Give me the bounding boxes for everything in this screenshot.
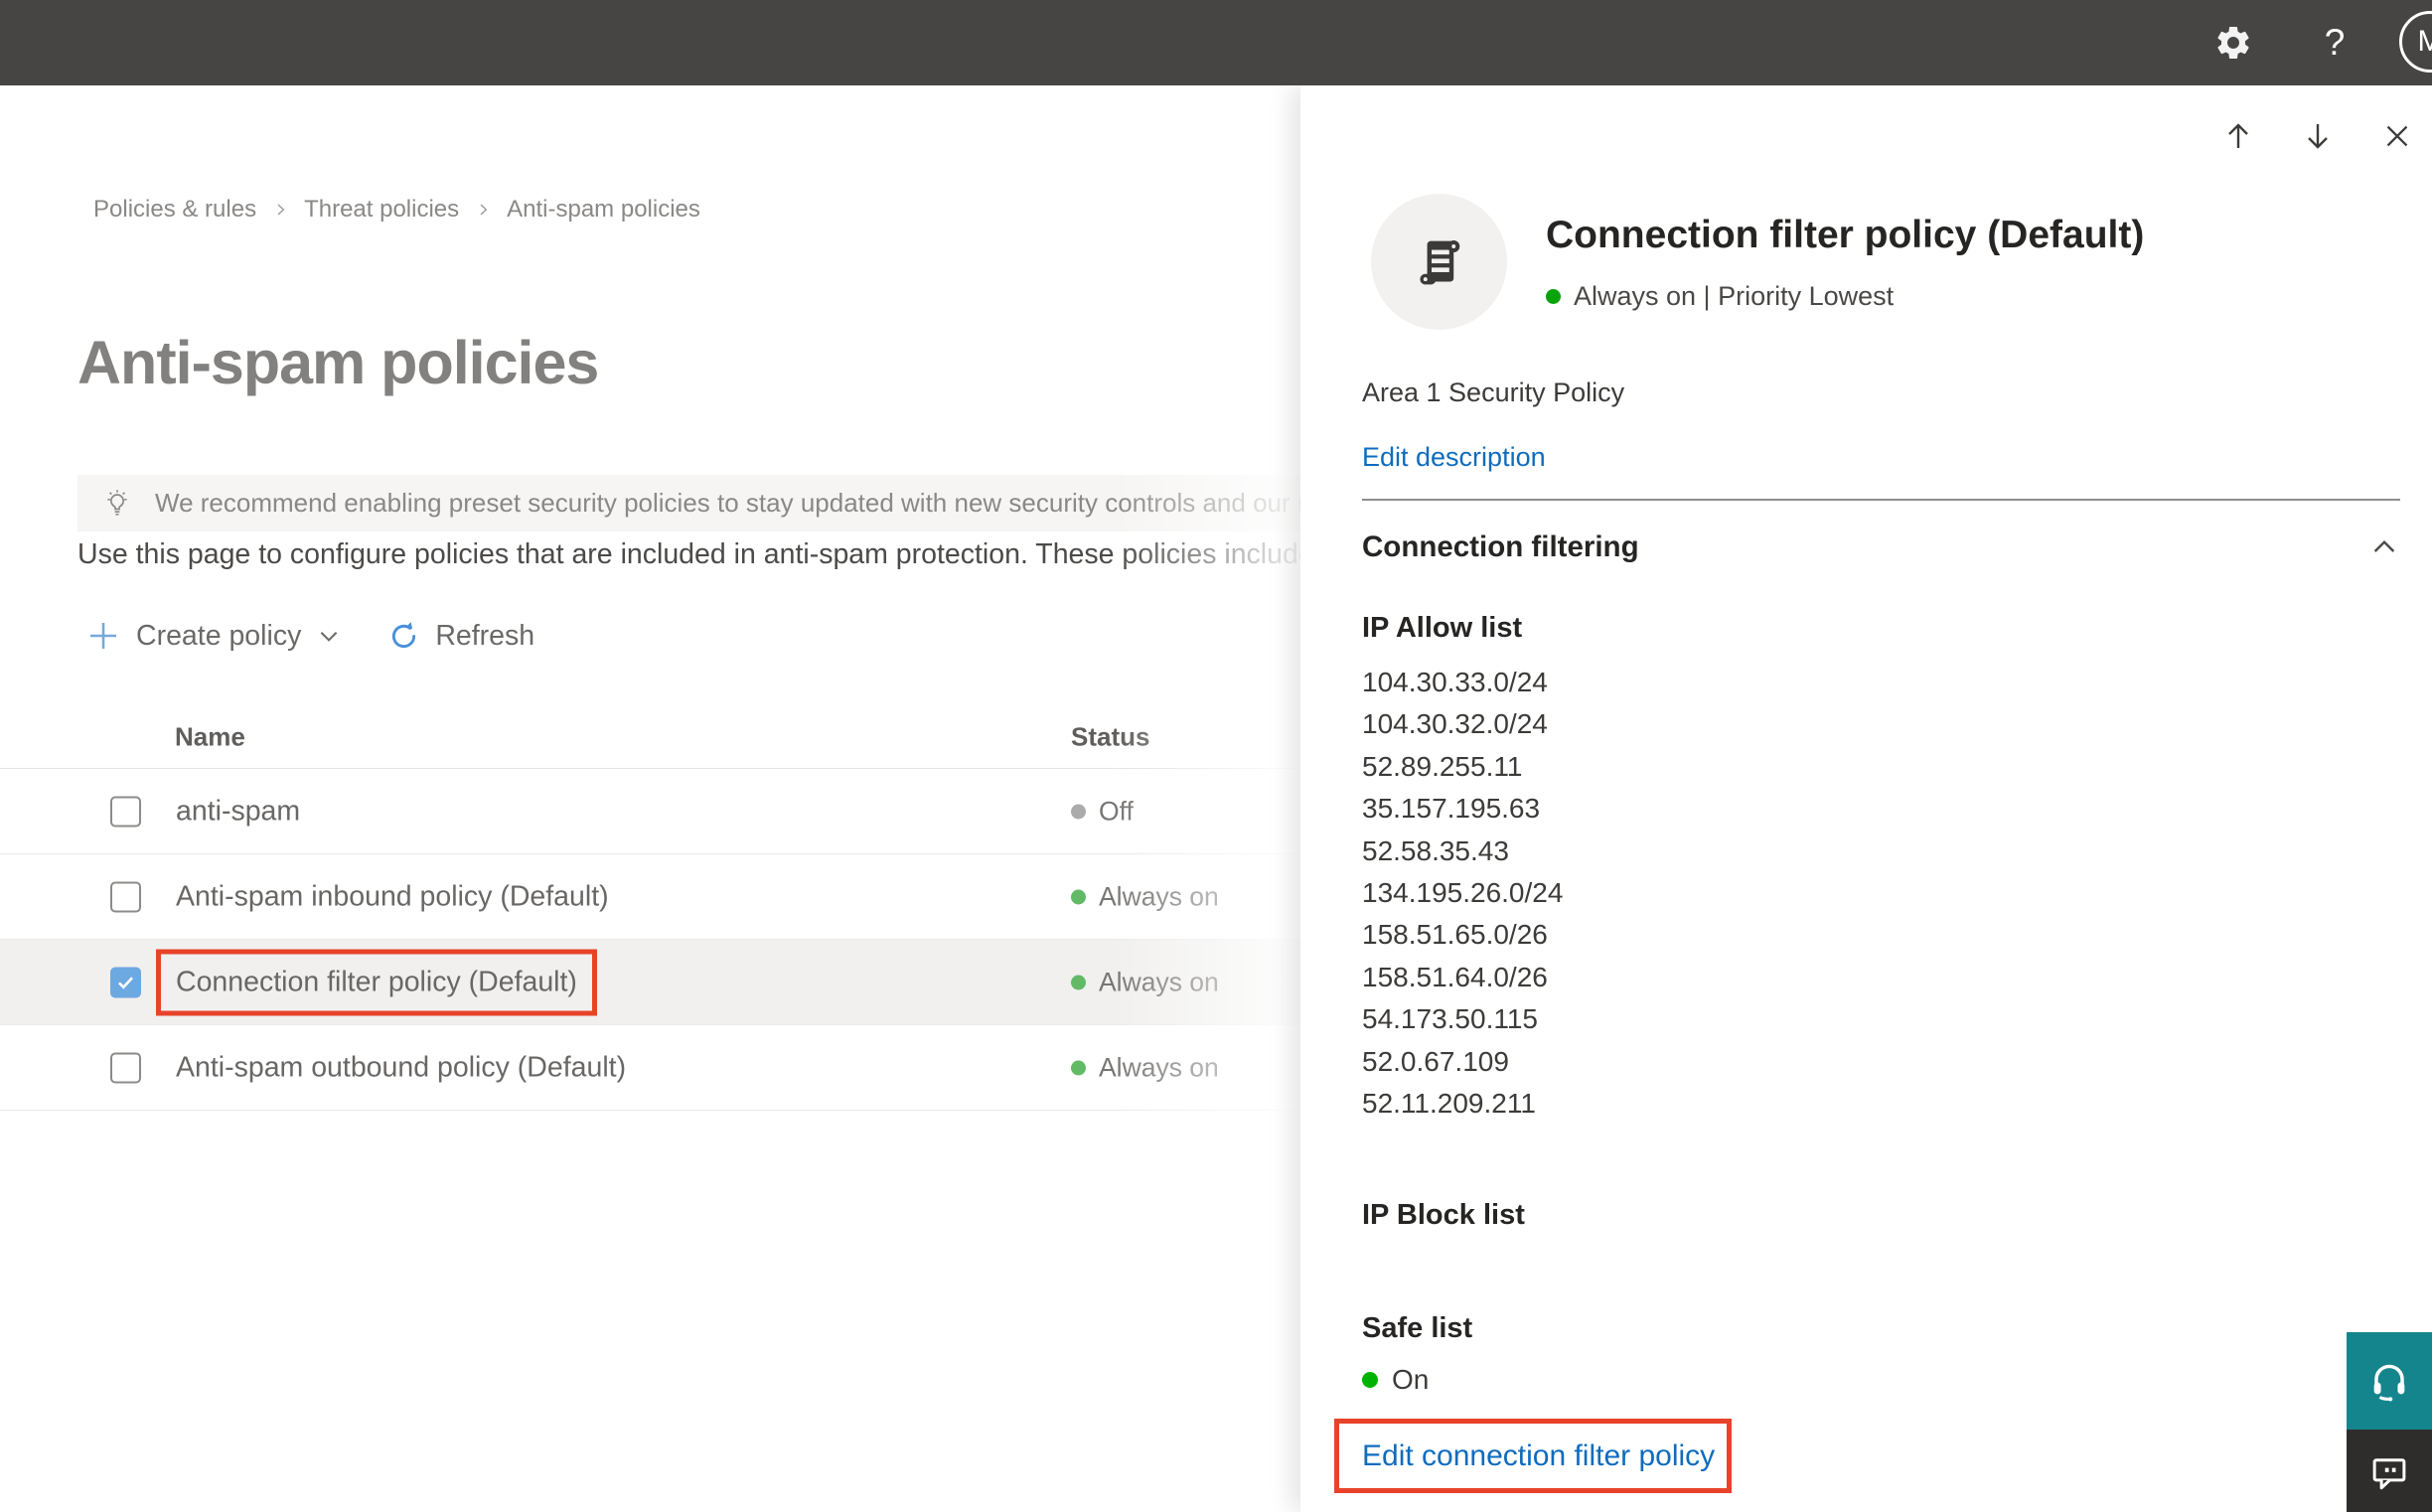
breadcrumb-anti-spam-policies[interactable]: Anti-spam policies bbox=[507, 196, 700, 224]
ip-entry: 52.58.35.43 bbox=[1362, 834, 1509, 866]
policy-name[interactable]: Anti-spam inbound policy (Default) bbox=[156, 863, 629, 930]
table-row-anti-spam[interactable]: anti-spam Off bbox=[0, 769, 1371, 854]
question-mark-icon: ? bbox=[2324, 22, 2346, 63]
status-dot bbox=[1546, 289, 1561, 304]
table-header: Name Status bbox=[0, 705, 1371, 769]
row-checkbox[interactable] bbox=[110, 1052, 141, 1083]
ip-entry: 35.157.195.63 bbox=[1362, 793, 1541, 825]
create-policy-button[interactable]: Create policy bbox=[87, 620, 342, 653]
policy-name[interactable]: Anti-spam outbound policy (Default) bbox=[156, 1034, 646, 1101]
policy-name[interactable]: Connection filter policy (Default) bbox=[156, 949, 597, 1015]
feedback-widget-button[interactable] bbox=[2347, 1430, 2432, 1512]
banner-text: We recommend enabling preset security po… bbox=[155, 488, 1406, 518]
ip-entry: 134.195.26.0/24 bbox=[1362, 877, 1564, 909]
breadcrumb: Policies & rules Threat policies Anti-sp… bbox=[93, 196, 700, 224]
breadcrumb-threat-policies[interactable]: Threat policies bbox=[304, 196, 459, 224]
ip-allow-list: 104.30.33.0/24 104.30.32.0/24 52.89.255.… bbox=[1362, 662, 1563, 1125]
status-dot bbox=[1071, 975, 1086, 989]
policy-status: Always on bbox=[1071, 881, 1219, 912]
policy-description: Area 1 Security Policy bbox=[1362, 378, 1625, 407]
flyout-title: Connection filter policy (Default) bbox=[1546, 214, 2145, 256]
flyout-status-label: Always on | Priority Lowest bbox=[1574, 281, 1895, 311]
row-checkbox[interactable] bbox=[110, 967, 141, 997]
flyout-nav bbox=[1300, 116, 2432, 156]
flyout-status: Always on | Priority Lowest bbox=[1546, 281, 1894, 312]
edit-description-link[interactable]: Edit description bbox=[1362, 442, 1546, 473]
chevron-right-icon bbox=[475, 202, 491, 218]
create-policy-label: Create policy bbox=[136, 619, 302, 652]
policy-status: Always on bbox=[1071, 967, 1219, 997]
policy-icon-circle bbox=[1371, 194, 1507, 330]
avatar-initial: M bbox=[2417, 25, 2432, 58]
table-row-inbound-policy[interactable]: Anti-spam inbound policy (Default) Alway… bbox=[0, 854, 1371, 940]
safe-list-label: Safe list bbox=[1362, 1312, 1473, 1344]
refresh-label: Refresh bbox=[435, 619, 535, 652]
status-label: Always on bbox=[1099, 967, 1219, 996]
divider bbox=[1362, 499, 2400, 501]
policy-name[interactable]: anti-spam bbox=[156, 778, 320, 844]
checkmark-icon bbox=[118, 976, 133, 989]
headset-icon bbox=[2373, 1364, 2405, 1402]
status-dot bbox=[1071, 1060, 1086, 1075]
feedback-bubble-icon bbox=[2372, 1458, 2406, 1490]
support-widget-button[interactable] bbox=[2347, 1332, 2432, 1430]
toolbar: Create policy Refresh bbox=[87, 611, 534, 661]
safe-list-status: On bbox=[1362, 1364, 1429, 1396]
breadcrumb-policies-rules[interactable]: Policies & rules bbox=[93, 196, 256, 224]
ip-entry: 104.30.33.0/24 bbox=[1362, 667, 1548, 697]
refresh-button[interactable]: Refresh bbox=[387, 620, 534, 653]
ip-entry: 52.89.255.11 bbox=[1362, 750, 1523, 782]
ip-entry: 158.51.65.0/26 bbox=[1362, 919, 1548, 951]
ip-entry: 54.173.50.115 bbox=[1362, 1003, 1538, 1035]
edit-connection-filter-policy-link[interactable]: Edit connection filter policy bbox=[1362, 1439, 1715, 1473]
status-dot bbox=[1071, 804, 1086, 819]
status-label: Always on bbox=[1099, 1052, 1219, 1082]
table-row-connection-filter-policy[interactable]: Connection filter policy (Default) Alway… bbox=[0, 940, 1371, 1025]
close-icon bbox=[2386, 125, 2408, 147]
row-checkbox[interactable] bbox=[110, 796, 141, 827]
section-title: Connection filtering bbox=[1362, 530, 1639, 563]
status-dot bbox=[1071, 889, 1086, 904]
row-checkbox[interactable] bbox=[110, 881, 141, 912]
ip-entry: 52.11.209.211 bbox=[1362, 1088, 1536, 1120]
ip-allow-list-label: IP Allow list bbox=[1362, 612, 1523, 644]
table-row-outbound-policy[interactable]: Anti-spam outbound policy (Default) Alwa… bbox=[0, 1025, 1371, 1111]
column-header-name[interactable]: Name bbox=[175, 721, 245, 752]
arrow-down-icon bbox=[2308, 124, 2328, 149]
status-label: Off bbox=[1099, 796, 1134, 826]
ip-block-list-label: IP Block list bbox=[1362, 1199, 1525, 1231]
arrow-up-icon bbox=[2228, 123, 2248, 148]
plus-icon bbox=[87, 620, 119, 652]
refresh-icon bbox=[387, 620, 420, 653]
collapse-section-button[interactable] bbox=[2368, 531, 2400, 563]
lightbulb-icon bbox=[99, 486, 135, 522]
column-header-status[interactable]: Status bbox=[1071, 721, 1149, 752]
status-label: Always on bbox=[1099, 881, 1219, 911]
policy-details-flyout: Connection filter policy (Default) Alway… bbox=[1300, 85, 2432, 1512]
safe-list-status-label: On bbox=[1392, 1364, 1430, 1395]
edit-link-highlight-box: Edit connection filter policy bbox=[1334, 1419, 1732, 1493]
status-dot bbox=[1362, 1372, 1378, 1388]
previous-item-button[interactable] bbox=[2218, 116, 2258, 156]
gear-icon bbox=[2213, 23, 2253, 63]
account-avatar[interactable]: M bbox=[2399, 11, 2432, 73]
chevron-down-icon bbox=[316, 623, 342, 649]
top-bar: ? M bbox=[0, 0, 2432, 85]
chevron-right-icon bbox=[272, 202, 288, 218]
settings-button[interactable] bbox=[2204, 0, 2263, 85]
next-item-button[interactable] bbox=[2298, 116, 2338, 156]
policy-status: Always on bbox=[1071, 1052, 1219, 1083]
help-button[interactable]: ? bbox=[2307, 0, 2362, 85]
policy-table: Name Status anti-spam Off Anti-spam inbo… bbox=[0, 705, 1371, 1111]
page-title: Anti-spam policies bbox=[77, 329, 599, 396]
policy-status: Off bbox=[1071, 796, 1134, 827]
chevron-up-icon bbox=[2373, 539, 2395, 552]
scroll-icon bbox=[1419, 239, 1459, 284]
ip-entry: 104.30.32.0/24 bbox=[1362, 708, 1548, 740]
connection-filtering-section-header: Connection filtering bbox=[1362, 530, 2400, 564]
ip-entry: 52.0.67.109 bbox=[1362, 1045, 1509, 1077]
close-flyout-button[interactable] bbox=[2377, 116, 2417, 156]
ip-entry: 158.51.64.0/26 bbox=[1362, 961, 1548, 992]
